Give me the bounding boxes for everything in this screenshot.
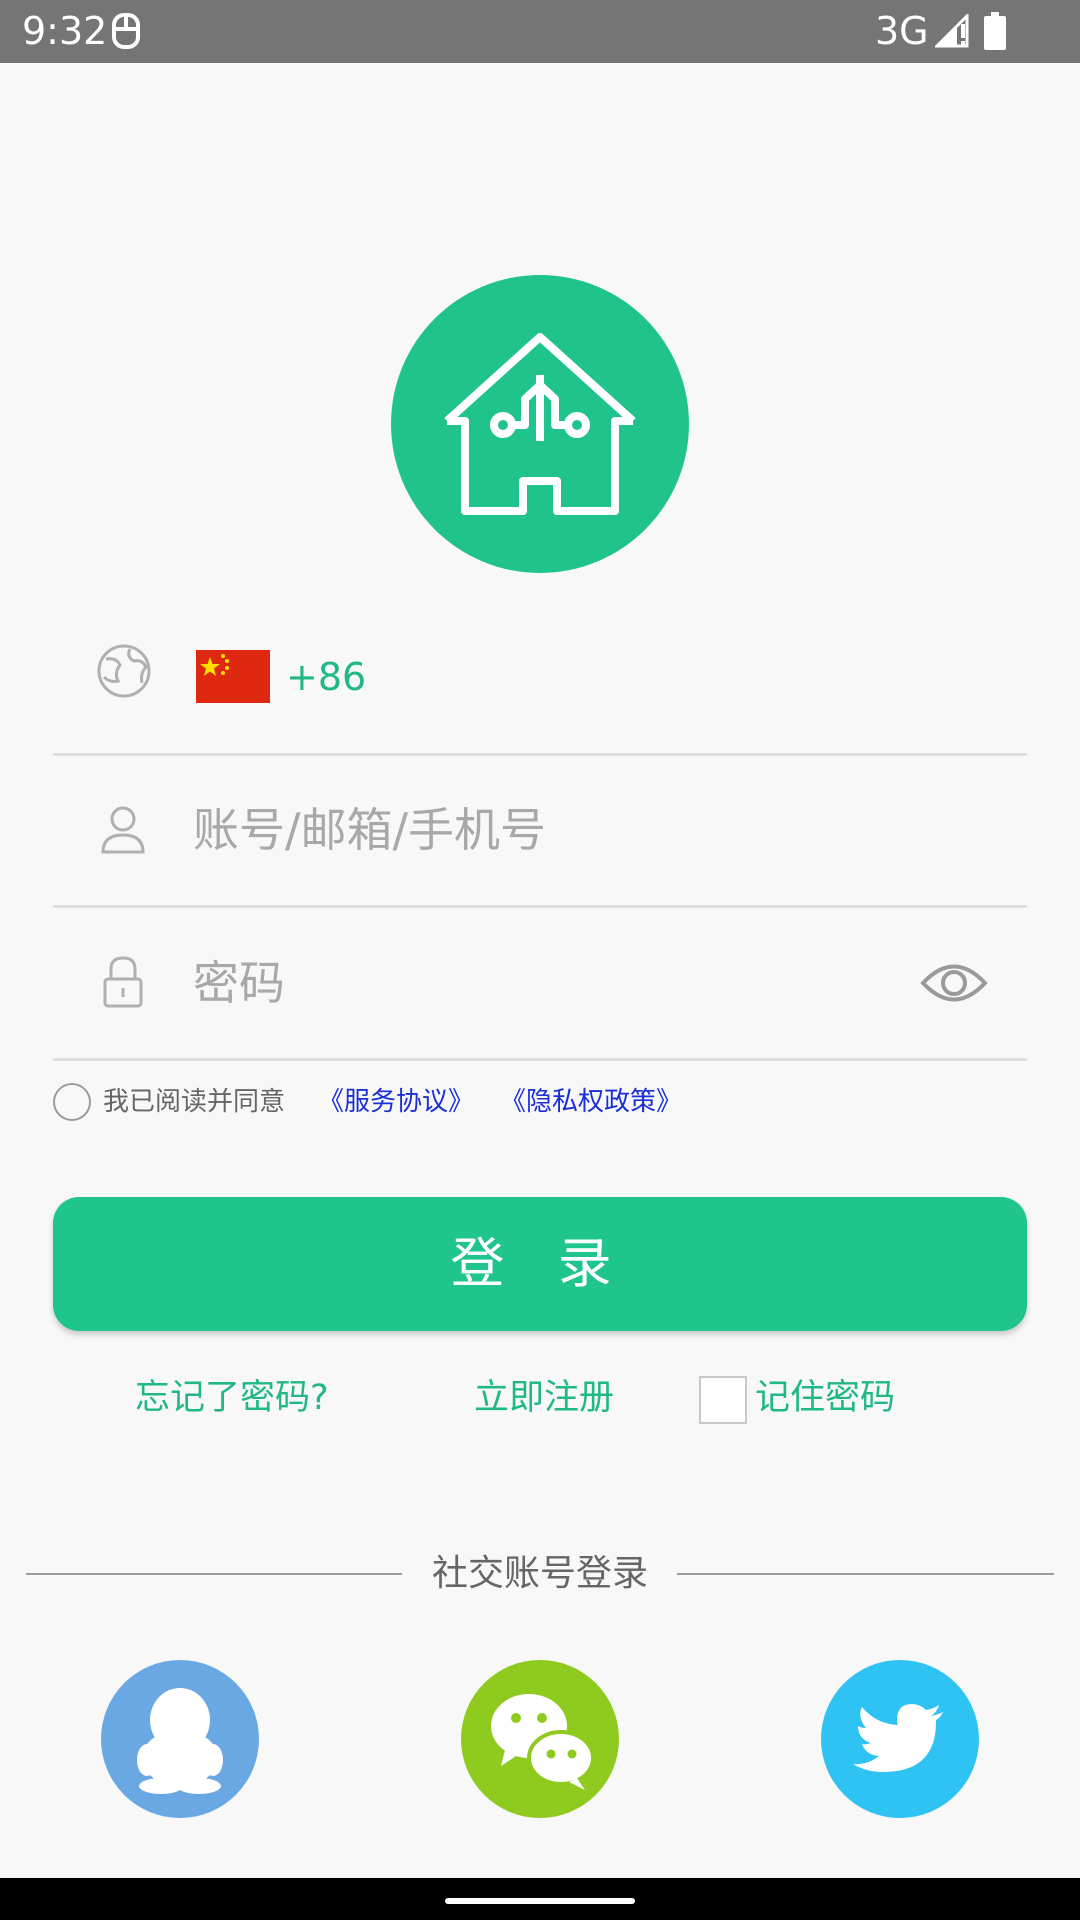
wechat-icon (491, 1694, 595, 1790)
twitter-bird-icon (853, 1704, 943, 1772)
login-button[interactable]: 登 录 (53, 1197, 1027, 1331)
social-login-title: 社交账号登录 (431, 1553, 648, 1594)
register-link[interactable]: 立即注册 (474, 1373, 614, 1423)
country-code[interactable]: +86 (286, 650, 366, 704)
home-gesture-handle[interactable] (445, 1898, 635, 1904)
globe-icon (97, 644, 151, 698)
network-type: 3G (875, 9, 929, 53)
status-bar: 9:32 3G (0, 0, 1080, 63)
wechat-login-button[interactable] (461, 1660, 619, 1818)
password-input[interactable] (193, 943, 893, 1023)
status-time: 9:32 (22, 9, 108, 53)
lock-icon (103, 956, 143, 1008)
twitter-login-button[interactable] (821, 1660, 979, 1818)
battery-icon (984, 12, 1006, 50)
divider (53, 905, 1027, 908)
remember-password-checkbox[interactable] (699, 1376, 747, 1424)
qq-penguin-icon (137, 1688, 223, 1794)
forgot-password-link[interactable]: 忘记了密码? (135, 1373, 329, 1423)
user-icon (101, 806, 145, 854)
sd-card-icon (112, 13, 140, 49)
smart-home-icon (444, 333, 636, 515)
china-flag-icon[interactable] (196, 650, 270, 703)
qq-login-button[interactable] (101, 1660, 259, 1818)
remember-password-label[interactable]: 记住密码 (755, 1373, 895, 1423)
account-input[interactable] (193, 790, 893, 870)
privacy-policy-link[interactable]: 《隐私权政策》 (500, 1084, 682, 1120)
eye-icon[interactable] (920, 958, 988, 1008)
divider (53, 753, 1027, 756)
signal-icon (935, 14, 969, 48)
agreement-text: 我已阅读并同意 (103, 1087, 286, 1117)
divider (53, 1058, 1027, 1061)
service-agreement-link[interactable]: 《服务协议》 (318, 1084, 474, 1120)
agreement-radio[interactable] (53, 1083, 91, 1121)
app-logo (391, 275, 689, 573)
